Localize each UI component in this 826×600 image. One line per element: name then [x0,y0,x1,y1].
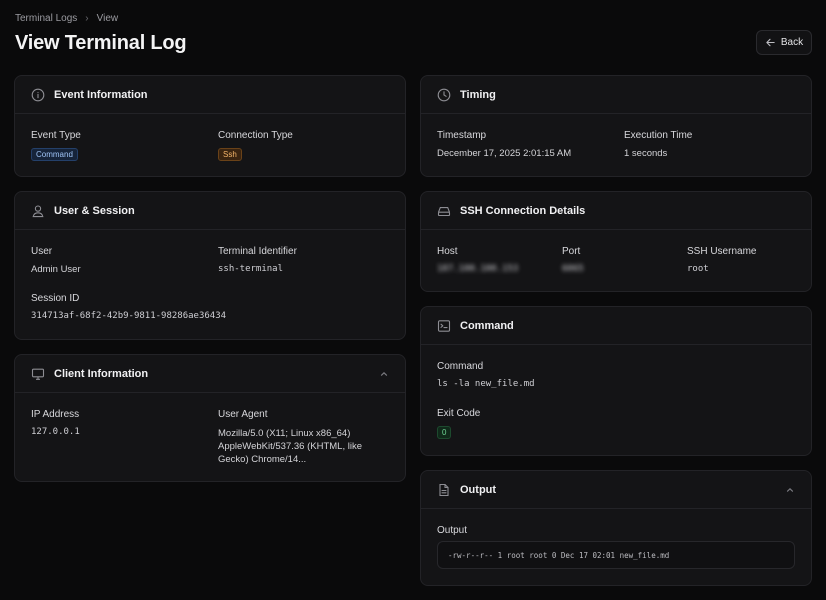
user-label: User [31,246,53,257]
chevron-up-icon[interactable] [379,369,389,379]
server-icon [437,204,451,218]
exit-code-label: Exit Code [437,408,481,419]
command-card: Command Command ls -la new_file.md Exit … [420,306,812,456]
card-header: Timing [421,76,811,114]
card-title: Event Information [54,88,148,101]
card-header: User & Session [15,192,405,230]
ssh-username-value: root [687,264,709,274]
breadcrumb: Terminal Logs › View [15,13,118,24]
user-value: Admin User [31,264,81,275]
card-header: Event Information [15,76,405,114]
command-label: Command [437,361,484,372]
clock-icon [437,88,451,102]
execution-time-value: 1 seconds [624,148,668,159]
port-label: Port [562,246,581,257]
chevron-up-icon[interactable] [785,485,795,495]
breadcrumb-separator-icon: › [85,13,89,24]
card-header-toggle[interactable]: Client Information [15,355,405,393]
ssh-connection-card: SSH Connection Details Host 187.100.100.… [420,191,812,292]
connection-type-badge: Ssh [218,148,242,161]
user-agent-value: Mozilla/5.0 (X11; Linux x86_64) AppleWeb… [218,428,362,465]
exit-code-badge: 0 [437,426,452,439]
page-title: View Terminal Log [15,32,187,54]
card-header: Command [421,307,811,345]
user-icon [31,204,45,218]
host-value: 187.100.100.153 [437,264,519,274]
card-title: User & Session [54,204,135,217]
execution-time-label: Execution Time [624,130,693,141]
output-label: Output [437,525,468,536]
ssh-username-label: SSH Username [687,246,757,257]
card-title: Client Information [54,367,149,380]
output-text-box[interactable]: -rw-r--r-- 1 root root 0 Dec 17 02:01 ne… [437,541,795,569]
client-information-card: Client Information IP Address 127.0.0.1 … [14,354,406,482]
card-title: Command [460,319,514,332]
host-label: Host [437,246,458,257]
card-title: Timing [460,88,496,101]
ip-address-value: 127.0.0.1 [31,427,80,437]
event-type-badge: Command [31,148,78,161]
timestamp-label: Timestamp [437,130,487,141]
event-type-label: Event Type [31,130,81,141]
monitor-icon [31,367,45,381]
terminal-identifier-label: Terminal Identifier [218,246,297,257]
ip-address-label: IP Address [31,409,80,420]
back-button-label: Back [780,37,804,48]
arrow-left-icon [765,37,776,48]
file-icon [437,483,451,497]
breadcrumb-current: View [96,13,119,24]
terminal-identifier-value: ssh-terminal [218,264,284,274]
back-button[interactable]: Back [756,30,812,55]
event-information-card: Event Information Event Type Command Con… [14,75,406,177]
output-card: Output Output -rw-r--r-- 1 root root 0 D… [420,470,812,586]
card-header-toggle[interactable]: Output [421,471,811,509]
card-title: SSH Connection Details [460,204,586,217]
breadcrumb-terminal-logs[interactable]: Terminal Logs [15,13,77,24]
timestamp-value: December 17, 2025 2:01:15 AM [437,148,572,159]
user-agent-label: User Agent [218,409,268,420]
session-id-value: 314713af-68f2-42b9-9811-98286ae36434 [31,311,227,321]
info-icon [31,88,45,102]
command-value: ls -la new_file.md [437,379,535,389]
user-session-card: User & Session User Admin User Terminal … [14,191,406,340]
card-title: Output [460,483,497,496]
terminal-icon [437,319,451,333]
card-header: SSH Connection Details [421,192,811,230]
connection-type-label: Connection Type [218,130,293,141]
port-value: 6065 [562,264,584,274]
session-id-label: Session ID [31,293,80,304]
timing-card: Timing Timestamp December 17, 2025 2:01:… [420,75,812,177]
